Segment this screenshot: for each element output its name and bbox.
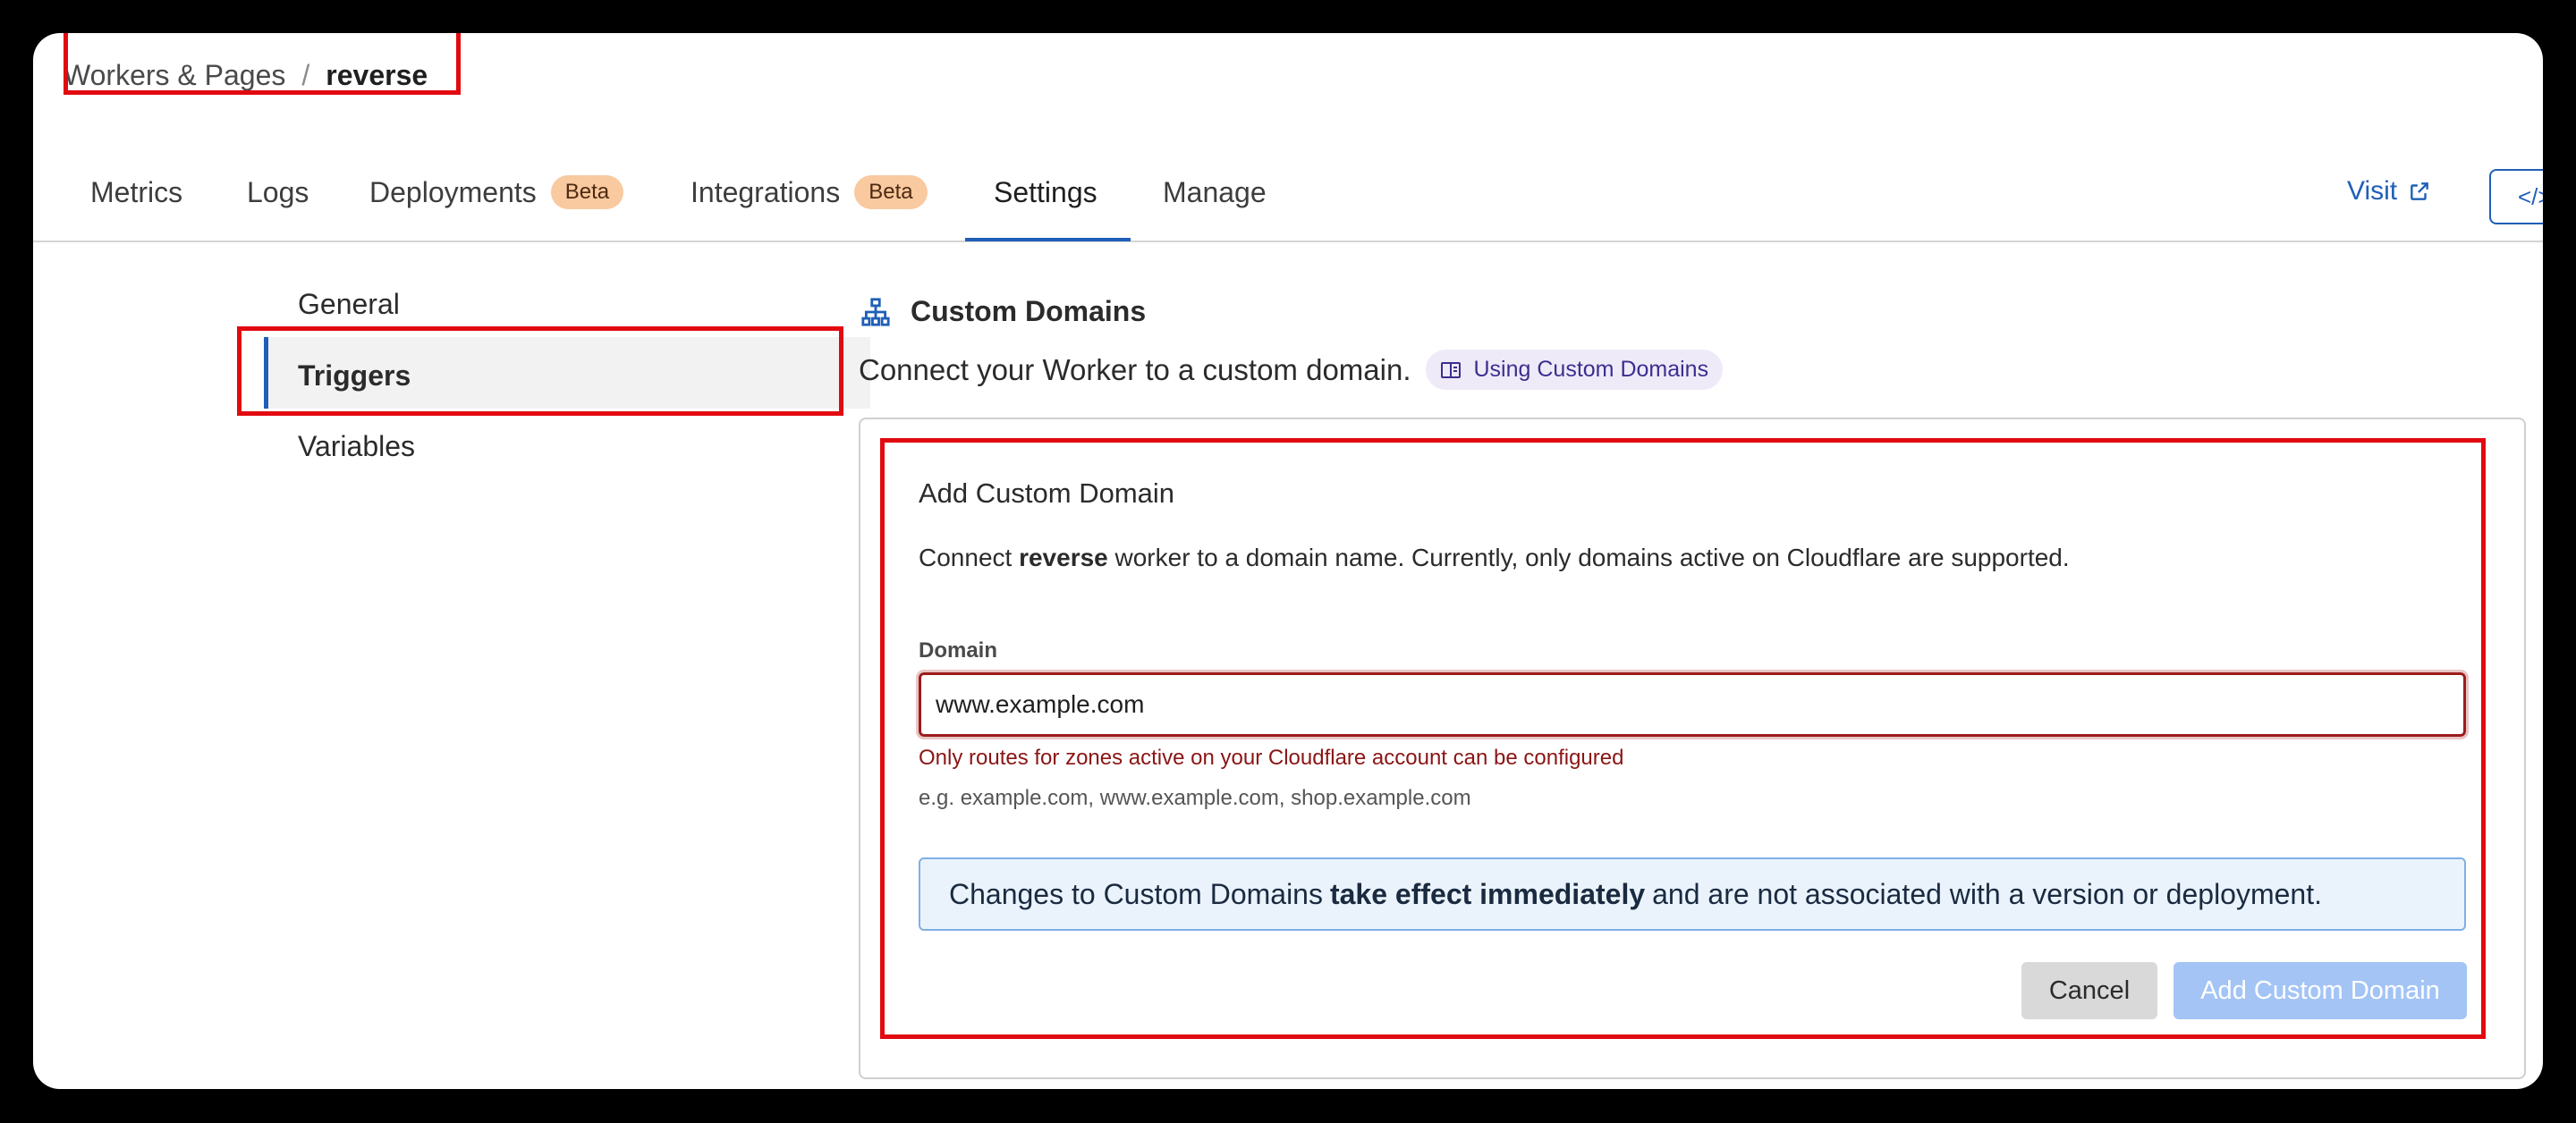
tab-logs[interactable]: Logs: [247, 171, 309, 214]
active-tab-indicator: [965, 238, 1131, 241]
tab-manage[interactable]: Manage: [1163, 171, 1267, 214]
sitemap-icon: [861, 297, 890, 326]
external-link-icon: [2411, 182, 2428, 200]
settings-nav-general[interactable]: General: [298, 288, 400, 321]
tab-bar: Metrics Logs Deployments Beta Integratio…: [33, 131, 2543, 242]
breadcrumb-current: reverse: [326, 58, 428, 91]
tab-label: Integrations: [691, 175, 841, 208]
nav-label: Variables: [298, 430, 416, 462]
info-bold: take effect immediately: [1329, 877, 1646, 910]
desc-worker-name: reverse: [1019, 544, 1108, 571]
docs-link[interactable]: Using Custom Domains: [1425, 350, 1724, 390]
book-icon: [1440, 361, 1461, 378]
visit-link[interactable]: Visit: [2347, 176, 2431, 207]
beta-badge: Beta: [854, 175, 928, 209]
section-description: Connect your Worker to a custom domain. …: [859, 350, 1724, 390]
domain-hint: e.g. example.com, www.example.com, shop.…: [919, 786, 1471, 810]
code-icon: </>: [2518, 182, 2543, 210]
app-window: Workers & Pages / reverse Metrics Logs D…: [33, 33, 2543, 1089]
breadcrumb-separator: /: [301, 58, 310, 91]
domain-label: Domain: [919, 638, 998, 663]
tab-label: Metrics: [90, 175, 183, 208]
nav-active-indicator: [264, 337, 268, 409]
visit-label: Visit: [2347, 176, 2398, 206]
settings-nav-triggers[interactable]: Triggers: [298, 359, 411, 393]
add-custom-domain-button[interactable]: Add Custom Domain: [2174, 962, 2467, 1019]
nav-label: Triggers: [298, 359, 411, 392]
tab-metrics[interactable]: Metrics: [90, 171, 182, 214]
form-description: Connect reverse worker to a domain name.…: [919, 544, 2070, 572]
tab-deployments[interactable]: Deployments Beta: [369, 171, 624, 214]
nav-label: General: [298, 288, 400, 320]
settings-nav-variables[interactable]: Variables: [298, 430, 415, 463]
tab-label: Deployments: [369, 175, 537, 208]
desc-suffix: worker to a domain name. Currently, only…: [1114, 544, 2070, 571]
info-callout: Changes to Custom Domains take effect im…: [919, 857, 2466, 931]
desc-prefix: Connect: [919, 544, 1013, 571]
breadcrumb-parent[interactable]: Workers & Pages: [64, 59, 285, 92]
section-description-text: Connect your Worker to a custom domain.: [859, 352, 1411, 386]
domain-input[interactable]: [916, 670, 2469, 739]
section-title-text: Custom Domains: [911, 295, 1147, 327]
cancel-button[interactable]: Cancel: [2021, 962, 2157, 1019]
section-title: Custom Domains: [860, 295, 1146, 328]
info-suffix: and are not associated with a version or…: [1652, 877, 2322, 910]
info-prefix: Changes to Custom Domains: [949, 877, 1323, 910]
edit-code-button[interactable]: </>: [2489, 169, 2543, 224]
tab-settings[interactable]: Settings: [994, 171, 1097, 214]
tab-integrations[interactable]: Integrations Beta: [691, 171, 928, 214]
tab-label: Manage: [1163, 175, 1267, 208]
domain-error-message: Only routes for zones active on your Clo…: [919, 746, 1624, 770]
docs-link-label: Using Custom Domains: [1473, 357, 1709, 382]
tab-label: Logs: [247, 175, 309, 208]
form-title: Add Custom Domain: [919, 477, 1175, 509]
breadcrumb: Workers & Pages / reverse: [64, 53, 428, 97]
tab-label: Settings: [994, 175, 1097, 208]
beta-badge: Beta: [550, 175, 624, 209]
